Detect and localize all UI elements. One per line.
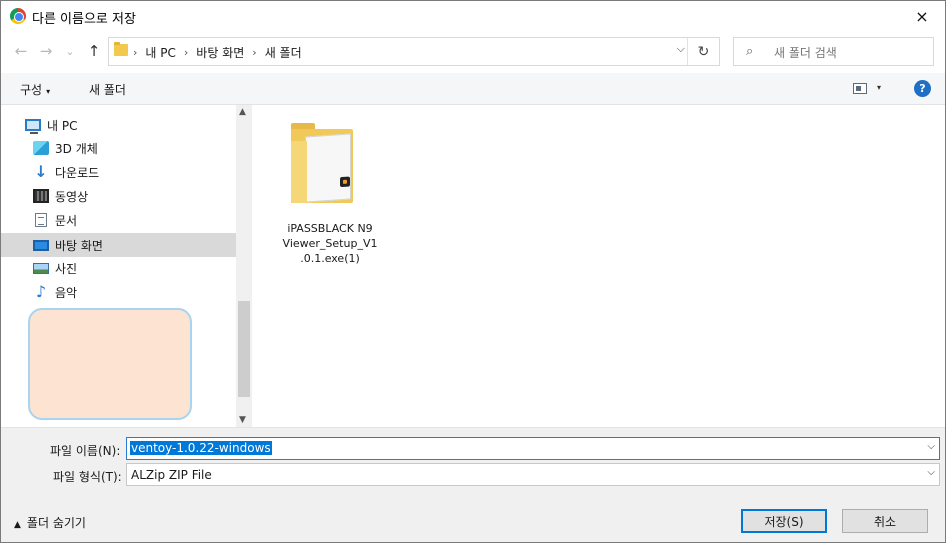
- breadcrumb-item-my-pc[interactable]: 내 PC: [145, 44, 175, 61]
- search-icon: ⌕: [746, 44, 754, 59]
- filetype-label: 파일 형식(T):: [53, 470, 122, 484]
- sidebar-item-downloads[interactable]: ↓ 다운로드: [1, 160, 236, 184]
- sidebar-item-label: 동영상: [55, 189, 89, 204]
- new-folder-button[interactable]: 새 폴더: [89, 81, 126, 98]
- file-item[interactable]: iPASSBLACK N9 Viewer_Setup_V1 .0.1.exe(1…: [275, 117, 385, 265]
- organize-button[interactable]: 구성 ▾: [20, 81, 50, 98]
- save-as-dialog: 다른 이름으로 저장 × ← → ⌄ ↑ › 내 PC › 바탕 화면 › 새 …: [0, 0, 946, 543]
- filename-value[interactable]: ventoy-1.0.22-windows: [130, 441, 272, 455]
- breadcrumb: › 내 PC › 바탕 화면 › 새 폴더: [133, 44, 302, 61]
- chevron-down-icon[interactable]: ⌵: [927, 441, 935, 452]
- sidebar-item-label: 3D 개체: [55, 141, 98, 156]
- chevron-down-icon[interactable]: ⌵: [927, 467, 935, 478]
- refresh-button[interactable]: ↻: [687, 38, 719, 65]
- sidebar-item-label: 사진: [55, 261, 78, 276]
- video-icon: [33, 189, 49, 203]
- title-bar: 다른 이름으로 저장 ×: [1, 1, 945, 31]
- folder-icon: [114, 42, 128, 56]
- file-name-line: .0.1.exe(1): [300, 252, 360, 265]
- sidebar-item-label: 다운로드: [55, 165, 100, 180]
- scrollbar-thumb[interactable]: [238, 301, 250, 397]
- file-list: iPASSBLACK N9 Viewer_Setup_V1 .0.1.exe(1…: [253, 105, 945, 427]
- sidebar-item-my-pc[interactable]: 내 PC: [1, 113, 236, 137]
- sidebar-item-3d-objects[interactable]: 3D 개체: [1, 136, 236, 160]
- cancel-button[interactable]: 취소: [842, 509, 928, 533]
- sidebar-item-documents[interactable]: 문서: [1, 208, 236, 232]
- save-button[interactable]: 저장(S): [741, 509, 827, 533]
- chevron-down-icon: ▾: [46, 87, 51, 96]
- filename-field[interactable]: ventoy-1.0.22-windows ⌵: [126, 437, 940, 460]
- breadcrumb-item-desktop[interactable]: 바탕 화면: [196, 44, 244, 61]
- file-name-line: Viewer_Setup_V1: [282, 237, 378, 250]
- breadcrumb-separator[interactable]: ›: [184, 46, 188, 59]
- forward-button[interactable]: →: [35, 39, 57, 63]
- document-icon: [35, 213, 47, 227]
- filetype-value: ALZip ZIP File: [131, 468, 212, 482]
- music-icon: ♪: [35, 282, 47, 301]
- breadcrumb-separator: ›: [133, 46, 138, 59]
- navigation-scrollbar[interactable]: ▲ ▼: [236, 105, 252, 427]
- chevron-up-icon: ▲: [14, 520, 21, 530]
- sidebar-item-desktop[interactable]: 바탕 화면: [1, 233, 236, 257]
- scroll-up-icon[interactable]: ▲: [239, 107, 246, 117]
- desktop-icon: [33, 239, 49, 251]
- sidebar-item-label: 문서: [55, 213, 78, 228]
- filename-label: 파일 이름(N):: [50, 444, 121, 458]
- organize-label: 구성: [20, 83, 43, 97]
- back-button[interactable]: ←: [10, 39, 32, 63]
- save-options-panel: 파일 이름(N): ventoy-1.0.22-windows ⌵ 파일 형식(…: [1, 427, 945, 542]
- obscured-region: [28, 308, 192, 420]
- cube-3d-icon: [33, 141, 49, 155]
- pc-icon: [25, 119, 41, 134]
- search-input[interactable]: 새 폴더 검색: [774, 44, 837, 61]
- window-title: 다른 이름으로 저장: [32, 12, 136, 27]
- chevron-down-icon[interactable]: ▾: [877, 83, 881, 92]
- help-icon[interactable]: ?: [914, 80, 931, 97]
- file-name: iPASSBLACK N9 Viewer_Setup_V1 .0.1.exe(1…: [275, 221, 385, 266]
- sidebar-item-label: 내 PC: [47, 118, 78, 133]
- picture-icon: [33, 262, 49, 274]
- command-bar: 구성 ▾ 새 폴더 ▾: [1, 73, 945, 105]
- address-dropdown-icon[interactable]: ⌵: [677, 42, 685, 56]
- breadcrumb-item-new-folder[interactable]: 새 폴더: [265, 44, 302, 61]
- folder-with-exe-icon: [291, 121, 355, 203]
- sidebar-item-label: 음악: [55, 285, 78, 300]
- download-icon: ↓: [34, 162, 48, 181]
- filetype-select[interactable]: ALZip ZIP File ⌵: [126, 463, 940, 486]
- breadcrumb-separator[interactable]: ›: [252, 46, 256, 59]
- chrome-icon: [10, 8, 26, 24]
- sidebar-item-videos[interactable]: 동영상: [1, 184, 236, 208]
- view-options-icon[interactable]: [853, 83, 867, 94]
- hide-folders-label: 폴더 숨기기: [26, 516, 86, 530]
- search-box[interactable]: ⌕ 새 폴더 검색: [733, 37, 934, 66]
- close-button[interactable]: ×: [899, 1, 945, 31]
- scroll-down-icon[interactable]: ▼: [239, 415, 246, 425]
- up-button[interactable]: ↑: [83, 39, 105, 63]
- recent-locations-button[interactable]: ⌄: [59, 39, 81, 63]
- sidebar-item-pictures[interactable]: 사진: [1, 256, 236, 280]
- hide-folders-button[interactable]: ▲ 폴더 숨기기: [14, 514, 86, 531]
- sidebar-item-music[interactable]: ♪ 음악: [1, 280, 236, 304]
- sidebar-item-label: 바탕 화면: [55, 238, 103, 253]
- file-name-line: iPASSBLACK N9: [287, 222, 373, 235]
- address-bar[interactable]: › 내 PC › 바탕 화면 › 새 폴더 ⌵ ↻: [108, 37, 720, 66]
